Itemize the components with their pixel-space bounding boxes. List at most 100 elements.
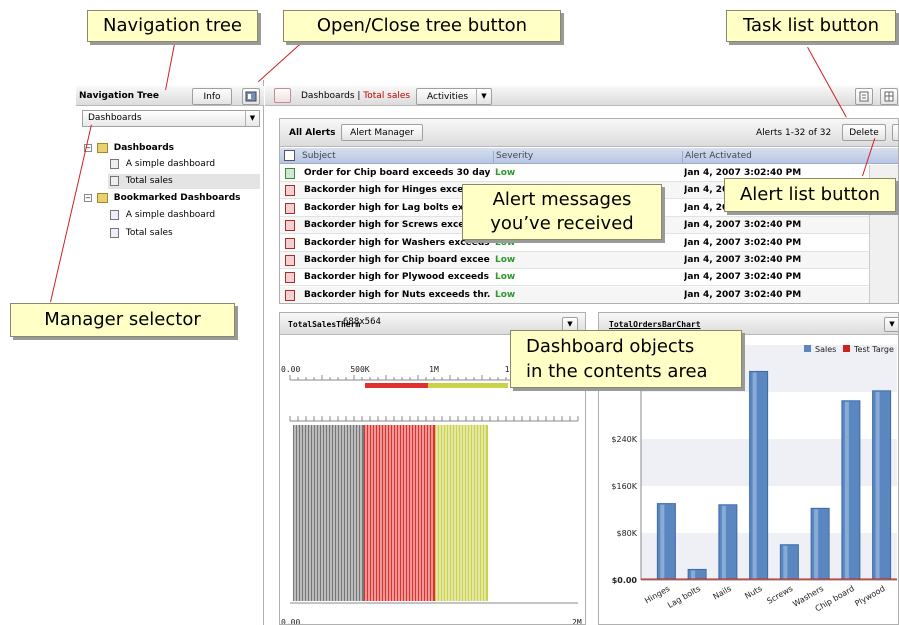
tree-item-bookmark-total-sales[interactable]: Total sales <box>110 226 173 240</box>
alert-activated: Jan 4, 2007 3:02:40 PM <box>684 220 802 231</box>
breadcrumb-current: Total sales <box>363 91 411 101</box>
alerts-column-header <box>280 148 898 164</box>
alert-activated: Jan 4, 2007 3:02:40 PM <box>684 255 802 265</box>
breadcrumb-root[interactable]: Dashboards <box>301 91 355 101</box>
column-subject[interactable]: Subject <box>302 151 336 161</box>
dimension-overlay: 688x564 <box>343 317 381 327</box>
callout-alert-list-text: Alert list button <box>739 184 881 205</box>
info-button[interactable]: Info <box>192 88 232 105</box>
manager-selector[interactable]: Dashboards ▼ <box>82 110 260 127</box>
collapse-icon[interactable]: − <box>84 193 92 202</box>
callout-task-list-text: Task list button <box>742 15 880 36</box>
alert-doc-icon <box>285 289 295 301</box>
callout-open-close-tree: Open/Close tree button <box>283 10 561 42</box>
thermo-bottom-right: 2M <box>572 618 582 625</box>
alerts-count: Alerts 1-32 of 32 <box>756 128 832 138</box>
x-tick-label: Plywood <box>853 584 886 608</box>
legend-label-target: Test Targe <box>853 345 894 354</box>
y-tick-label: $240K <box>611 435 637 444</box>
bar <box>841 400 861 581</box>
column-severity[interactable]: Severity <box>493 151 533 163</box>
alert-doc-icon <box>285 220 295 232</box>
callout-manager-selector-text: Manager selector <box>44 309 201 330</box>
alert-row[interactable]: Backorder high for Nuts exceeds thr... Lo… <box>280 286 898 303</box>
tree-toggle-icon <box>245 91 257 102</box>
bar <box>656 503 676 581</box>
callout-open-close-text: Open/Close tree button <box>316 15 528 36</box>
y-tick-label: $160K <box>611 482 637 491</box>
folder-icon <box>96 142 108 153</box>
callout-alert-messages-line2: you’ve received <box>490 213 634 234</box>
navigation-tree: − Dashboards A simple dashboard Total sa… <box>82 138 264 248</box>
bar-highlight <box>844 401 849 580</box>
task-list-button[interactable] <box>855 88 873 105</box>
alert-subject: Backorder high for Nuts exceeds thr... <box>304 289 490 300</box>
thermo-range-red <box>365 383 428 388</box>
thermo-tick-label: 1M <box>429 365 439 374</box>
alert-manager-button[interactable]: Alert Manager <box>341 124 423 141</box>
alert-doc-icon <box>285 255 295 266</box>
alert-activated: Jan 4, 2007 3:02:40 PM <box>684 289 802 300</box>
legend-label-sales: Sales <box>815 345 836 354</box>
chevron-down-icon: ▼ <box>245 111 259 126</box>
alert-doc-icon <box>285 202 295 214</box>
dashboard-icon <box>110 158 119 169</box>
x-tick-label: Nuts <box>743 584 763 601</box>
callout-manager-selector: Manager selector <box>10 303 235 337</box>
bar-chart-title: TotalOrdersBarChart <box>609 320 701 329</box>
thermo-bottom-left: 0.00 <box>281 618 300 625</box>
alert-type-icon <box>284 150 295 161</box>
leader-open-close <box>257 43 301 83</box>
legend-swatch-sales <box>804 345 811 352</box>
callout-navigation-tree-text: Navigation tree <box>102 15 243 36</box>
bar <box>718 504 738 581</box>
bookmark-dashboard-icon <box>110 209 119 220</box>
alert-activated: Jan 4, 2007 3:02:40 PM <box>684 237 802 248</box>
bar-highlight <box>814 509 819 580</box>
thermo-tick-label: 500K <box>350 365 369 374</box>
manager-selector-value: Dashboards <box>88 113 142 123</box>
column-alert-activated[interactable]: Alert Activated <box>682 151 752 163</box>
tree-item-dashboards[interactable]: − Dashboards <box>84 141 174 155</box>
alert-doc-icon <box>285 272 295 284</box>
chevron-down-icon: ▼ <box>567 320 573 328</box>
dashboard-icon <box>110 175 119 186</box>
alert-severity: Low <box>495 272 516 283</box>
callout-alert-messages: Alert messages you’ve received <box>462 184 662 240</box>
alert-row[interactable]: Backorder high for Chip board excee... Lo… <box>280 252 898 269</box>
activities-label: Activities <box>427 92 469 102</box>
tree-item-total-sales[interactable]: Total sales <box>110 174 173 188</box>
alert-subject: Order for Chip board exceeds 30 day ... <box>304 168 490 178</box>
tree-item-simple-dashboard[interactable]: A simple dashboard <box>110 157 215 171</box>
folder-icon <box>96 192 108 203</box>
bar-highlight <box>721 505 726 580</box>
grid-icon <box>884 91 894 102</box>
tree-item-bookmark-simple-dashboard[interactable]: A simple dashboard <box>110 208 215 222</box>
alert-severity: Low <box>495 289 516 300</box>
breadcrumb-separator: | <box>354 91 364 101</box>
delete-button[interactable]: Delete <box>842 124 886 141</box>
task-list-icon <box>859 91 869 102</box>
alert-row[interactable]: Backorder high for Plywood exceeds ... Lo… <box>280 269 898 287</box>
alert-doc-icon <box>285 185 295 197</box>
alerts-title: All Alerts <box>289 128 336 138</box>
y-tick-label: $80K <box>616 529 637 538</box>
bar-chart-menu-button[interactable]: ▼ <box>884 317 898 332</box>
bar <box>810 507 830 581</box>
chevron-down-icon: ▼ <box>889 320 895 328</box>
alert-subject: Backorder high for Plywood exceeds ... <box>304 272 490 283</box>
open-close-tree-button[interactable] <box>242 88 260 105</box>
bar <box>872 390 892 581</box>
alert-severity: Low <box>495 255 516 265</box>
alert-activated: Jan 4, 2007 3:02:40 PM <box>684 272 802 283</box>
callout-dashboard-objects-line1: Dashboard objects <box>526 336 695 357</box>
breadcrumb: Dashboards | Total sales <box>301 91 410 101</box>
activities-button[interactable]: Activities ▼ <box>416 88 492 105</box>
tree-item-bookmarked-dashboards[interactable]: − Bookmarked Dashboards <box>84 191 241 205</box>
layout-button[interactable] <box>880 88 898 105</box>
bar-highlight <box>752 372 757 580</box>
legend-swatch-target <box>843 345 850 352</box>
tree-item-label: A simple dashboard <box>125 210 216 220</box>
tree-item-label: Total sales <box>125 176 173 186</box>
alert-list-button[interactable]: ≡ <box>892 124 898 141</box>
